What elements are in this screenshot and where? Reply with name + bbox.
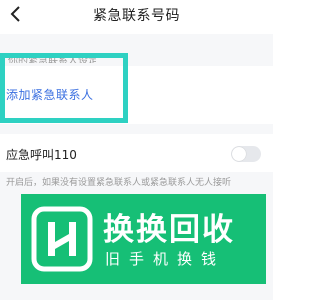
- emergency-call-label: 应急呼叫110: [6, 148, 77, 162]
- watermark-subtitle: 旧手机换钱: [105, 250, 226, 268]
- brand-logo-icon: [31, 206, 93, 272]
- toggle-knob: [232, 147, 246, 161]
- page-title: 紧急联系号码: [93, 8, 180, 24]
- emergency-call-row: 应急呼叫110: [0, 134, 273, 172]
- nav-bar: 紧急联系号码: [0, 0, 273, 34]
- add-contact-row[interactable]: 添加紧急联系人: [0, 66, 273, 124]
- emergency-call-toggle[interactable]: [231, 146, 261, 162]
- add-contact-label[interactable]: 添加紧急联系人: [6, 86, 94, 103]
- watermark-brand: 换换回收: [103, 212, 235, 248]
- watermark-banner: 换换回收 旧手机换钱: [21, 194, 266, 284]
